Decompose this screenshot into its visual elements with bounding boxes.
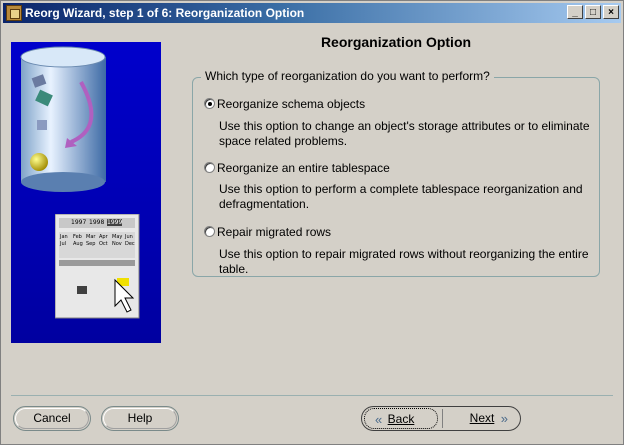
cancel-button[interactable]: Cancel — [13, 406, 91, 431]
page-title: Reorganization Option — [320, 34, 472, 50]
radio-schema-objects[interactable] — [204, 98, 215, 109]
chevron-right-icon: » — [500, 411, 508, 426]
radio-migrated-rows[interactable] — [204, 226, 215, 237]
month-label: Sep — [86, 241, 96, 247]
maximize-button[interactable]: □ — [585, 5, 601, 19]
chevron-left-icon: « — [375, 412, 383, 427]
option-description: Use this option to change an object's st… — [219, 119, 590, 148]
next-button[interactable]: Next » — [446, 408, 518, 429]
month-label: May — [112, 234, 123, 240]
next-label: Next — [469, 411, 495, 425]
help-label: Help — [127, 411, 153, 425]
option-label[interactable]: Reorganize an entire tablespace — [217, 161, 390, 175]
month-label: Jan — [60, 234, 68, 240]
group-question: Which type of reorganization do you want… — [201, 69, 494, 83]
title-bar[interactable]: Reorg Wizard, step 1 of 6: Reorganizatio… — [3, 3, 621, 23]
month-label: Nov — [112, 241, 122, 247]
month-label: Aug — [73, 241, 83, 247]
nav-divider — [442, 409, 443, 428]
window-title: Reorg Wizard, step 1 of 6: Reorganizatio… — [25, 6, 305, 20]
back-label: Back — [387, 412, 415, 426]
cancel-label: Cancel — [33, 411, 71, 425]
calendar-year-1999: 1999 — [107, 219, 123, 226]
close-button[interactable]: × — [603, 5, 619, 19]
month-label: Apr — [99, 234, 108, 240]
option-label[interactable]: Repair migrated rows — [217, 225, 331, 239]
wizard-illustration: 1997 1998 1999 Jan Feb Mar Apr May Jun J… — [11, 42, 161, 343]
app-icon[interactable] — [6, 5, 22, 21]
month-label: Feb — [73, 234, 82, 240]
option-description: Use this option to perform a complete ta… — [219, 182, 583, 211]
minimize-button[interactable]: _ — [567, 5, 583, 19]
footer-divider — [11, 395, 613, 396]
calendar-year-1997: 1997 — [71, 219, 87, 226]
option-label[interactable]: Reorganize schema objects — [217, 97, 365, 111]
navigation-button-group: « Back Next » — [361, 406, 521, 431]
month-label: Jun — [125, 234, 133, 240]
calendar-months: Jan Feb Mar Apr May Jun Jul Aug Sep Oct … — [60, 234, 138, 248]
radio-tablespace[interactable] — [204, 162, 215, 173]
month-label: Jul — [60, 241, 67, 247]
calendar-year-1998: 1998 — [89, 219, 105, 226]
month-label: Mar — [86, 234, 96, 240]
month-label: Oct — [99, 241, 108, 247]
help-button[interactable]: Help — [101, 406, 179, 431]
option-description: Use this option to repair migrated rows … — [219, 247, 589, 276]
back-button[interactable]: « Back — [364, 408, 438, 429]
month-label: Dec — [125, 241, 135, 247]
wizard-window: Reorg Wizard, step 1 of 6: Reorganizatio… — [0, 0, 624, 445]
